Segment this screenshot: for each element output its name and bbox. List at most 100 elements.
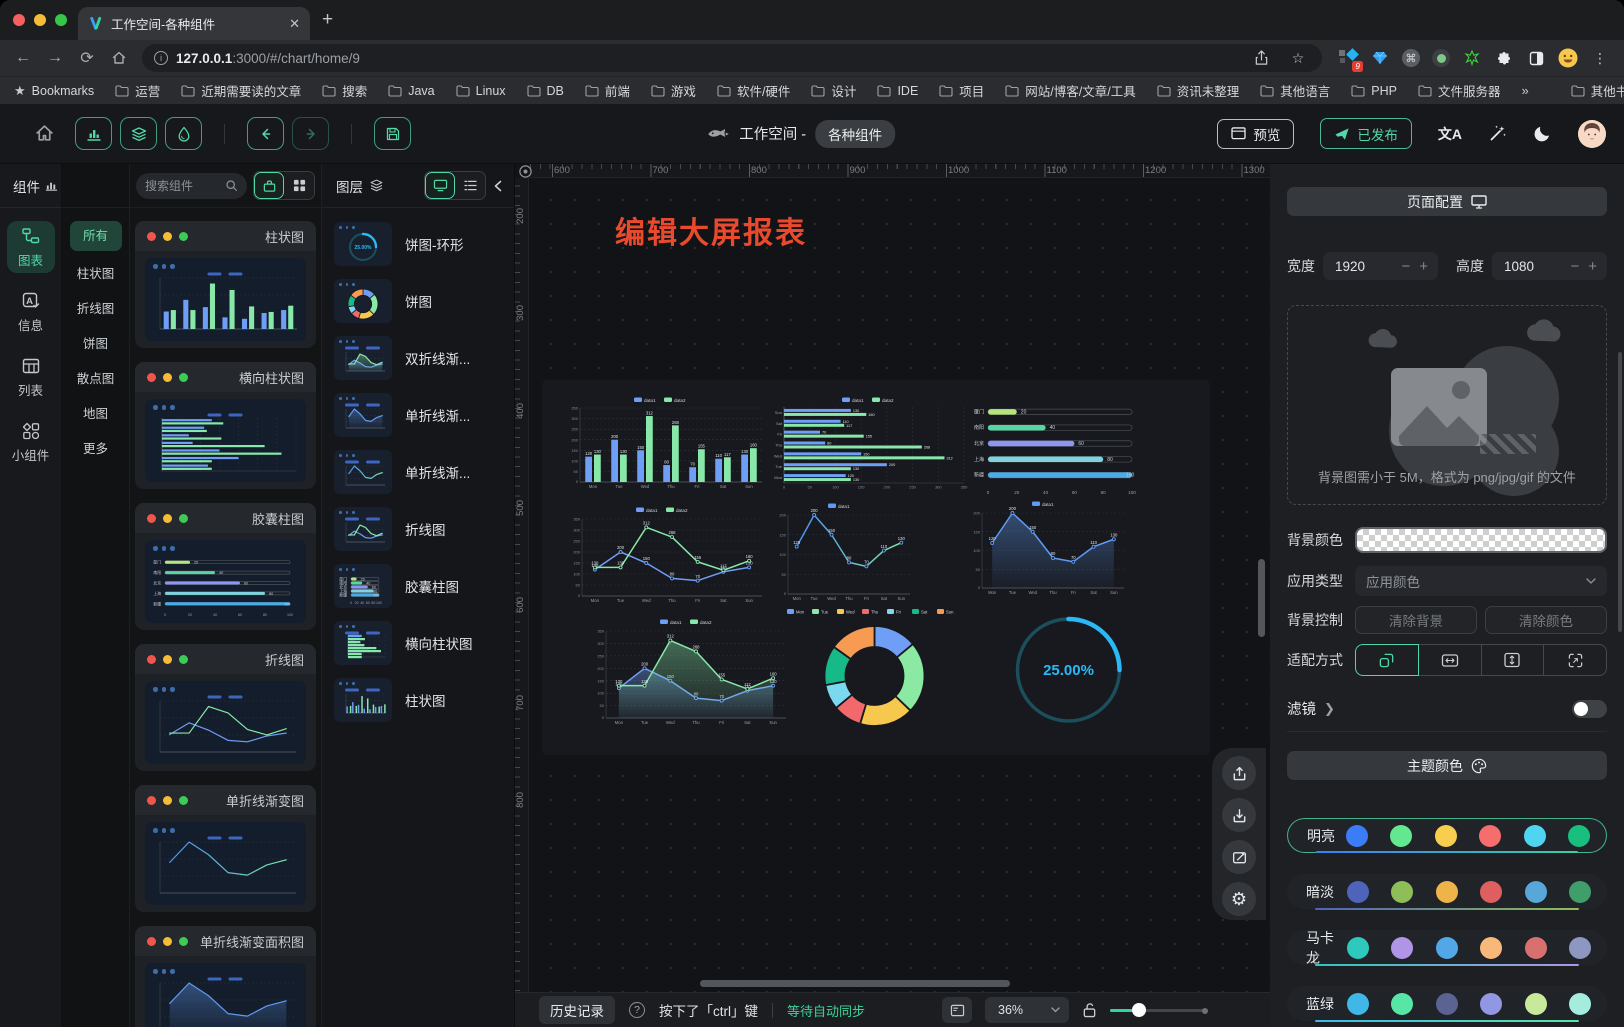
fit-height-button[interactable]	[1481, 644, 1545, 676]
layers-thumbnail-view-toggle[interactable]	[425, 172, 455, 199]
fit-width-button[interactable]	[1418, 644, 1482, 676]
bookmark-folder[interactable]: 资讯未整理	[1157, 81, 1240, 100]
theme-color-dot[interactable]	[1525, 937, 1547, 959]
profile-avatar-icon[interactable]	[1558, 48, 1578, 68]
detail-panel-icon[interactable]	[942, 997, 972, 1023]
save-button[interactable]	[374, 117, 411, 150]
bookmark-folder[interactable]: 前端	[585, 81, 630, 100]
theme-color-dot[interactable]	[1569, 937, 1591, 959]
page-config-header[interactable]: 页面配置	[1287, 187, 1607, 216]
canvas-chart-line-area[interactable]: 5010015020001202001508070110130MonTueWed…	[962, 498, 1132, 600]
sidebar-item-列表[interactable]: 列表	[7, 351, 55, 403]
site-info-icon[interactable]: i	[154, 51, 168, 65]
theme-color-dot[interactable]	[1479, 825, 1501, 847]
canvas-chart-line[interactable]: 5010015020025030035001202001508070110130…	[562, 504, 770, 608]
category-所有[interactable]: 所有	[70, 221, 122, 251]
filter-expand-icon[interactable]: ❯	[1324, 701, 1335, 717]
extension-green-dot-icon[interactable]	[1432, 49, 1450, 67]
category-地图[interactable]: 地图	[83, 397, 108, 432]
bookmark-folder[interactable]: 软件/硬件	[717, 81, 790, 100]
canvas-chart-area-dual[interactable]: 5010015020025030035001202001508070110130…	[586, 616, 794, 730]
theme-color-dot[interactable]	[1347, 937, 1369, 959]
layer-item[interactable]: 饼图	[334, 279, 504, 323]
canvas-chart-capsule[interactable]: 厦门20南阳40北京60上海80新疆100020406080100	[962, 398, 1148, 496]
layers-panel-toggle-button[interactable]	[120, 117, 157, 150]
close-window-button[interactable]	[13, 14, 25, 26]
bookmark-folder[interactable]: 项目	[939, 81, 984, 100]
bookmark-folder[interactable]: 网站/博客/文章/工具	[1005, 81, 1135, 100]
theme-color-dot[interactable]	[1525, 881, 1547, 903]
charts-panel-toggle-button[interactable]	[75, 117, 112, 150]
theme-color-dot[interactable]	[1435, 825, 1457, 847]
bookmark-folder[interactable]: Linux	[456, 81, 506, 100]
layers-list-view-toggle[interactable]	[455, 172, 485, 199]
layer-item[interactable]: 折线图	[334, 507, 504, 551]
extension-gem-icon[interactable]	[1370, 48, 1390, 68]
language-icon[interactable]: 文A	[1438, 124, 1462, 144]
minimize-window-button[interactable]	[34, 14, 46, 26]
collapse-panel-icon[interactable]	[492, 179, 504, 193]
theme-row-马卡龙[interactable]: 马卡龙	[1287, 930, 1607, 965]
category-柱状图[interactable]: 柱状图	[77, 257, 115, 292]
theme-color-dot[interactable]	[1391, 937, 1413, 959]
magic-wand-icon[interactable]	[1488, 124, 1507, 143]
theme-color-dot[interactable]	[1525, 993, 1547, 1015]
big-screen-title-component[interactable]: 编辑大屏报表	[615, 208, 807, 252]
bookmark-star-icon[interactable]: ☆	[1286, 50, 1310, 67]
theme-color-dot[interactable]	[1347, 993, 1369, 1015]
theme-color-dot[interactable]	[1480, 937, 1502, 959]
bookmark-folder[interactable]: 搜索	[322, 81, 367, 100]
reader-mode-icon[interactable]	[1526, 48, 1546, 68]
bookmarks-overflow-icon[interactable]: »	[1521, 83, 1528, 98]
sidebar-item-小组件[interactable]: 小组件	[7, 416, 55, 468]
dark-mode-moon-icon[interactable]	[1533, 124, 1552, 143]
clear-background-button[interactable]: 清除背景	[1355, 606, 1477, 634]
theme-color-dot[interactable]	[1569, 993, 1591, 1015]
maximize-window-button[interactable]	[55, 14, 67, 26]
browser-tab[interactable]: 工作空间-各种组件 ✕	[78, 7, 310, 40]
width-increment[interactable]: +	[1419, 258, 1428, 275]
canvas-area[interactable]: 6007008009001000110012001300 20030040050…	[515, 164, 1270, 1027]
theme-row-明亮[interactable]: 明亮	[1287, 818, 1607, 853]
height-increment[interactable]: +	[1588, 258, 1597, 275]
bookmark-folder[interactable]: 设计	[811, 81, 856, 100]
home-icon[interactable]	[34, 123, 55, 144]
category-折线图[interactable]: 折线图	[77, 292, 115, 327]
grid-view-toggle[interactable]	[284, 172, 314, 199]
fit-stretch-button[interactable]	[1543, 644, 1607, 676]
theme-color-dot[interactable]	[1569, 881, 1591, 903]
bookmark-folder[interactable]: PHP	[1351, 81, 1397, 100]
bookmark-folder[interactable]: DB	[527, 81, 564, 100]
layer-item[interactable]: 双折线渐...	[334, 336, 504, 380]
bookmarks-root[interactable]: ★ Bookmarks	[14, 83, 94, 99]
height-decrement[interactable]: −	[1570, 258, 1579, 275]
new-tab-button[interactable]: +	[322, 10, 333, 29]
theme-color-dot[interactable]	[1390, 825, 1412, 847]
forward-icon[interactable]: →	[40, 49, 70, 67]
canvas-chart-donut[interactable]: MonTueWedThuFriSatSun	[782, 606, 967, 732]
bookmark-folder[interactable]: Java	[388, 81, 434, 100]
panel-scrollbar[interactable]	[1618, 352, 1622, 632]
slider-thumb[interactable]	[1132, 1003, 1146, 1017]
dashboard-preview[interactable]: 5010015020025030035001202001508070110130…	[542, 380, 1210, 755]
zoom-slider[interactable]	[1110, 1003, 1206, 1017]
url-text[interactable]: 127.0.0.1:3000/#/chart/home/9	[176, 51, 360, 66]
layer-item[interactable]: 厦门20南阳40北京60上海80新疆100020406080100胶囊柱图	[334, 564, 504, 608]
macos-window-controls[interactable]	[13, 14, 67, 26]
width-input[interactable]: 1920 −+	[1323, 252, 1438, 280]
component-card[interactable]: 胶囊柱图厦门20南阳40北京60上海80新疆100020406080100	[135, 503, 316, 630]
bookmark-folder[interactable]: 游戏	[651, 81, 696, 100]
browser-menu-icon[interactable]: ⋮	[1590, 48, 1610, 68]
category-饼图[interactable]: 饼图	[83, 327, 108, 362]
settings-gear-icon[interactable]: ⚙	[1222, 882, 1256, 916]
extension-command-icon[interactable]: ⌘	[1402, 49, 1420, 67]
extension-blocks-icon[interactable]: 9	[1338, 48, 1358, 68]
clear-color-button[interactable]: 清除颜色	[1485, 606, 1607, 634]
bg-color-swatch[interactable]	[1355, 527, 1607, 553]
ruler-eye-icon[interactable]	[518, 164, 533, 179]
theme-color-dot[interactable]	[1436, 937, 1458, 959]
component-card[interactable]: 折线图	[135, 644, 316, 771]
theme-color-dot[interactable]	[1436, 993, 1458, 1015]
theme-color-dot[interactable]	[1347, 881, 1369, 903]
zoom-level-select[interactable]: 36%	[985, 997, 1069, 1023]
